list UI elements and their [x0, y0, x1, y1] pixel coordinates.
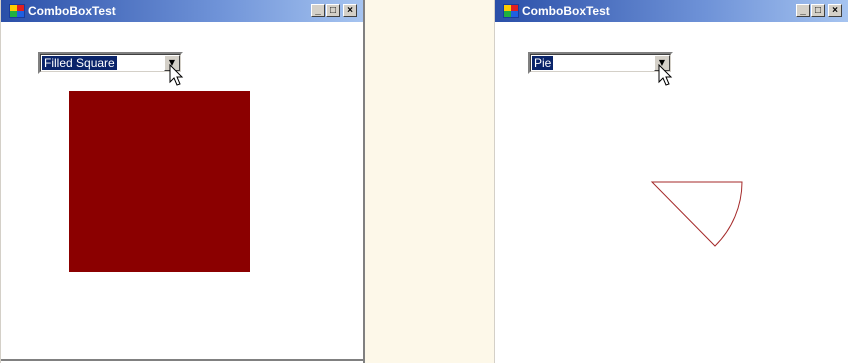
- app-icon: [503, 4, 519, 18]
- mouse-cursor-icon: [658, 64, 673, 86]
- maximize-icon: □: [814, 5, 822, 16]
- close-button[interactable]: ×: [828, 4, 842, 17]
- close-button[interactable]: ×: [343, 4, 357, 17]
- minimize-button[interactable]: _: [311, 4, 325, 17]
- minimize-button[interactable]: _: [796, 4, 810, 17]
- combobox-selected-value: Filled Square: [42, 56, 117, 70]
- minimize-icon: _: [800, 5, 806, 16]
- combobox-test-window-left: ComboBoxTest _ □ × Filled Square ▼: [0, 0, 365, 363]
- mouse-cursor-icon: [169, 64, 184, 86]
- window-title: ComboBoxTest: [28, 4, 116, 18]
- combobox-test-window-right: ComboBoxTest _ □ × Pie ▼: [494, 0, 848, 363]
- app-icon: [9, 4, 25, 18]
- maximize-button[interactable]: □: [811, 4, 825, 17]
- title-bar[interactable]: ComboBoxTest _ □ ×: [495, 0, 848, 22]
- close-icon: ×: [832, 5, 838, 16]
- close-icon: ×: [347, 5, 353, 16]
- maximize-icon: □: [329, 5, 337, 16]
- window-title: ComboBoxTest: [522, 4, 610, 18]
- maximize-button[interactable]: □: [326, 4, 340, 17]
- shape-combobox[interactable]: Filled Square ▼: [38, 52, 183, 74]
- minimize-icon: _: [315, 5, 321, 16]
- title-bar[interactable]: ComboBoxTest _ □ ×: [1, 0, 363, 22]
- filled-square-shape: [69, 91, 250, 272]
